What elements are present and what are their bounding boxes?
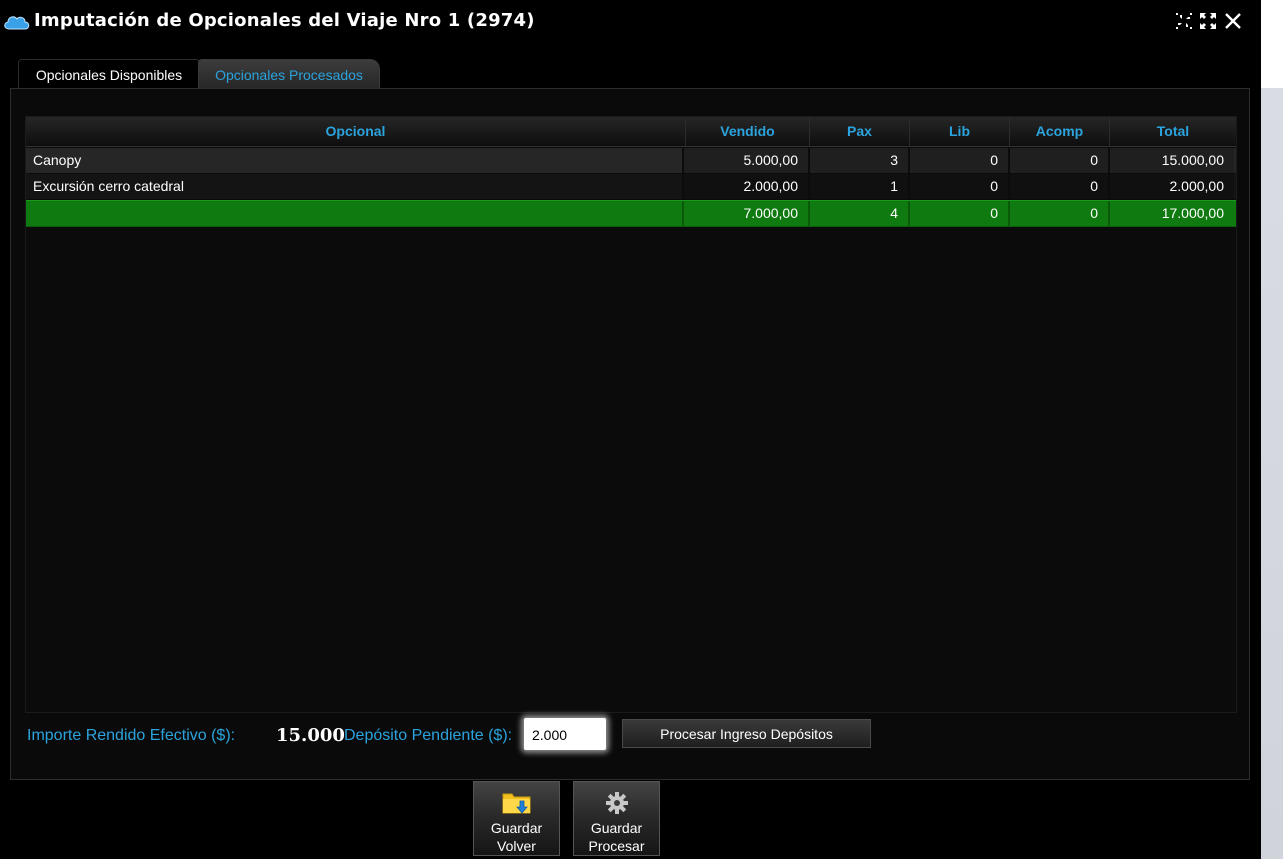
tab-panel: Opcional Vendido Pax Lib Acomp Total Can… [10, 88, 1250, 780]
deposito-pendiente-input[interactable]: 2.000 [523, 717, 607, 751]
cell-pax: 1 [808, 174, 908, 199]
total-pax: 4 [808, 201, 908, 226]
cell-acomp: 0 [1008, 174, 1108, 199]
tab-opcionales-procesados[interactable]: Opcionales Procesados [198, 59, 380, 89]
procesar-ingreso-depositos-button[interactable]: Procesar Ingreso Depósitos [622, 719, 871, 748]
title-bar: Imputación de Opcionales del Viaje Nro 1… [0, 0, 1261, 44]
total-acomp: 0 [1008, 201, 1108, 226]
guardar-procesar-button[interactable]: Guardar Procesar [573, 781, 660, 856]
cell-total: 2.000,00 [1108, 174, 1234, 199]
deposito-pendiente-label: Depósito Pendiente ($): [344, 727, 513, 744]
footer-bar: Importe Rendido Efectivo ($): 15.000 Dep… [11, 717, 1249, 757]
column-header-lib[interactable]: Lib [910, 117, 1010, 146]
cell-lib: 0 [908, 174, 1008, 199]
guardar-volver-label: Guardar Volver [490, 820, 543, 854]
gear-icon [606, 792, 628, 814]
importe-rendido-label: Importe Rendido Efectivo ($): [27, 727, 236, 744]
cell-acomp: 0 [1008, 148, 1108, 173]
guardar-procesar-label: Guardar Procesar [588, 820, 645, 854]
column-header-pax[interactable]: Pax [810, 117, 910, 146]
window-title: Imputación de Opcionales del Viaje Nro 1… [34, 10, 535, 31]
cell-opcional [26, 201, 682, 226]
grid-header: Opcional Vendido Pax Lib Acomp Total [26, 117, 1236, 147]
background-strip [1261, 0, 1283, 859]
total-vendido: 7.000,00 [682, 201, 808, 226]
expand-icon[interactable] [1199, 12, 1217, 30]
totals-row: 7.000,00 4 0 0 17.000,00 [26, 200, 1236, 227]
close-icon[interactable] [1224, 12, 1242, 30]
cell-pax: 3 [808, 148, 908, 173]
collapse-icon[interactable] [1175, 12, 1193, 30]
importe-rendido-value: 15.000 [276, 725, 345, 746]
folder-download-icon [502, 793, 531, 814]
column-header-opcional[interactable]: Opcional [26, 117, 686, 146]
cloud-icon [4, 16, 30, 30]
opcionales-grid: Opcional Vendido Pax Lib Acomp Total Can… [25, 116, 1237, 713]
table-row[interactable]: Excursión cerro catedral 2.000,00 1 0 0 … [26, 174, 1236, 199]
column-header-total[interactable]: Total [1110, 117, 1236, 146]
guardar-volver-button[interactable]: Guardar Volver [473, 781, 560, 856]
dialog-window: Imputación de Opcionales del Viaje Nro 1… [0, 0, 1261, 859]
cell-opcional: Canopy [33, 152, 82, 168]
column-header-vendido[interactable]: Vendido [686, 117, 810, 146]
cell-total: 15.000,00 [1108, 148, 1234, 173]
cell-opcional: Excursión cerro catedral [33, 178, 184, 194]
table-row[interactable]: Canopy 5.000,00 3 0 0 15.000,00 [26, 148, 1236, 173]
total-total: 17.000,00 [1108, 201, 1234, 226]
column-header-acomp[interactable]: Acomp [1010, 117, 1110, 146]
cell-vendido: 5.000,00 [682, 148, 808, 173]
cell-vendido: 2.000,00 [682, 174, 808, 199]
tab-opcionales-disponibles[interactable]: Opcionales Disponibles [18, 59, 200, 89]
total-lib: 0 [908, 201, 1008, 226]
cell-lib: 0 [908, 148, 1008, 173]
